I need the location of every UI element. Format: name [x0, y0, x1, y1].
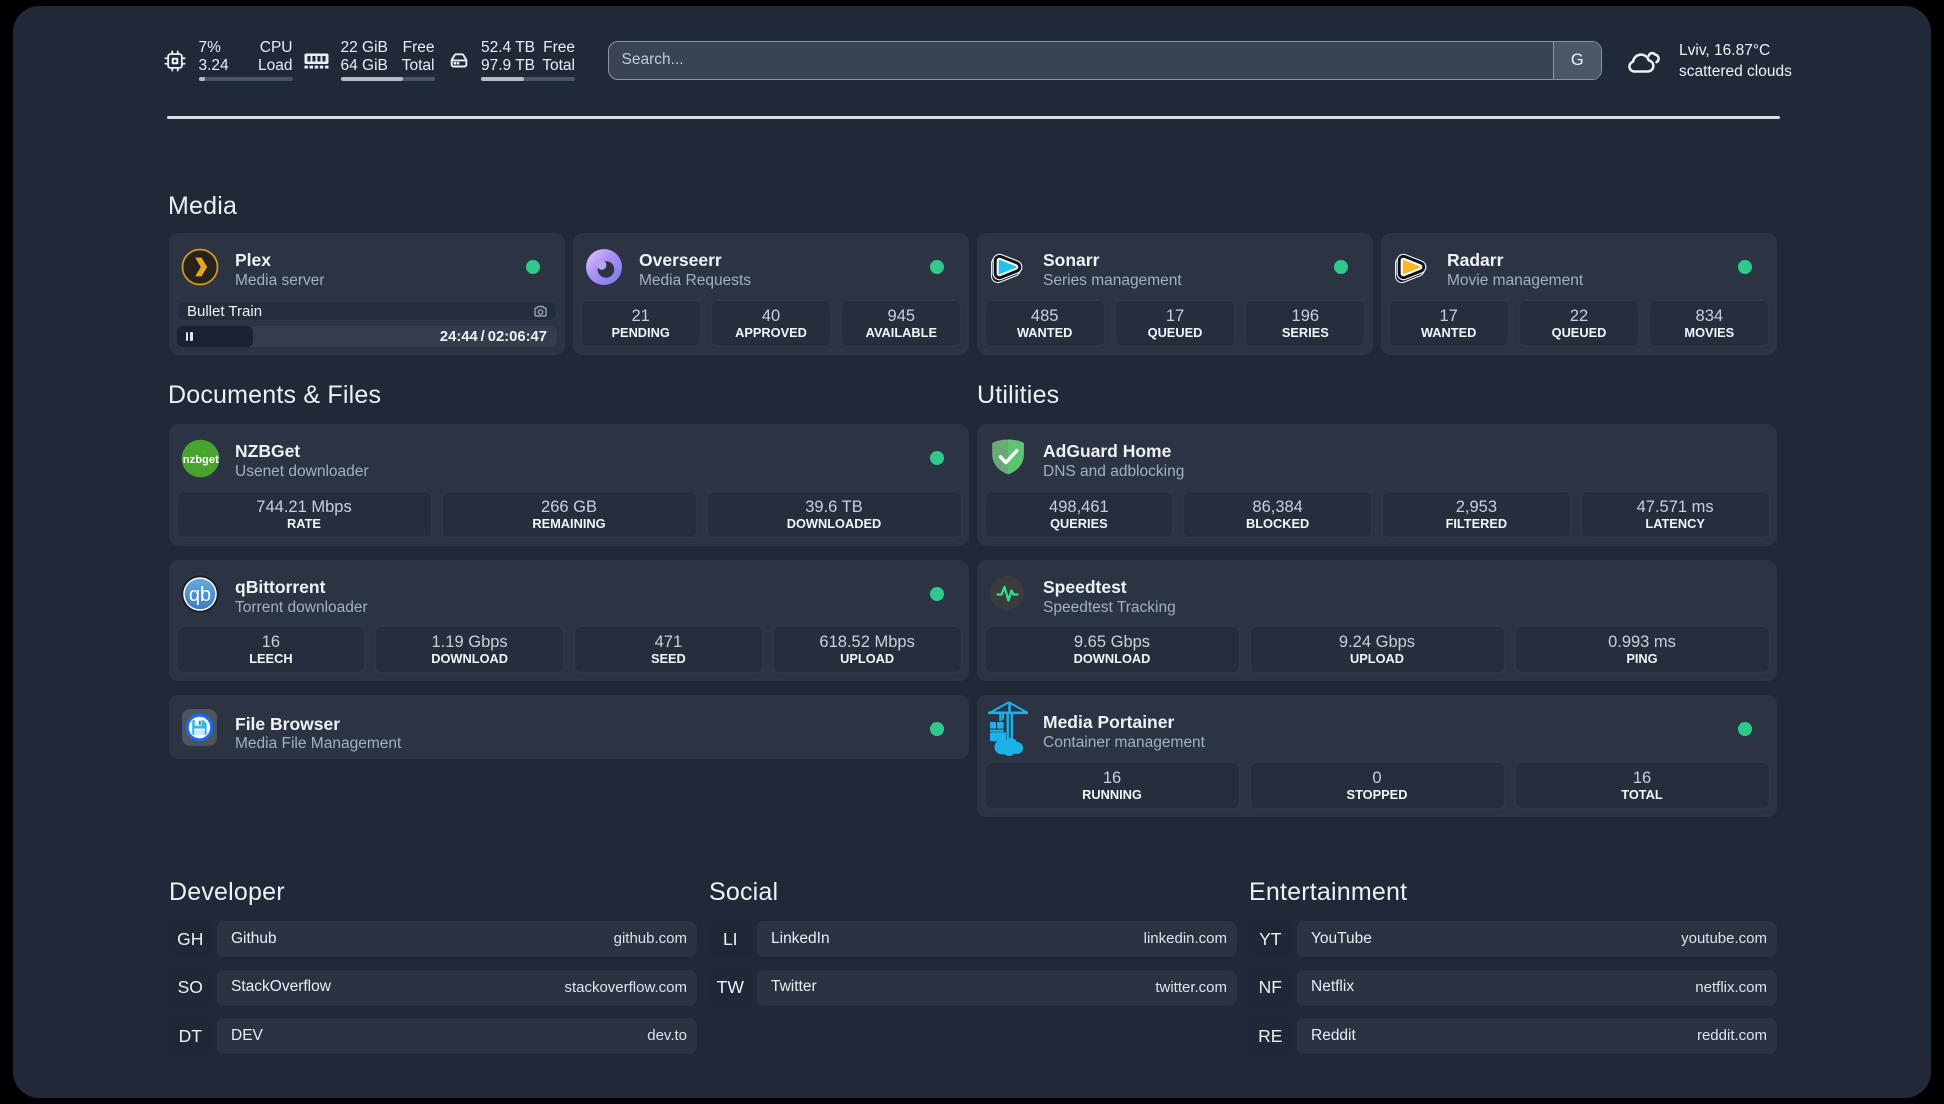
svg-text:nzbget: nzbget	[183, 454, 219, 466]
svg-text:qb: qb	[189, 584, 211, 606]
